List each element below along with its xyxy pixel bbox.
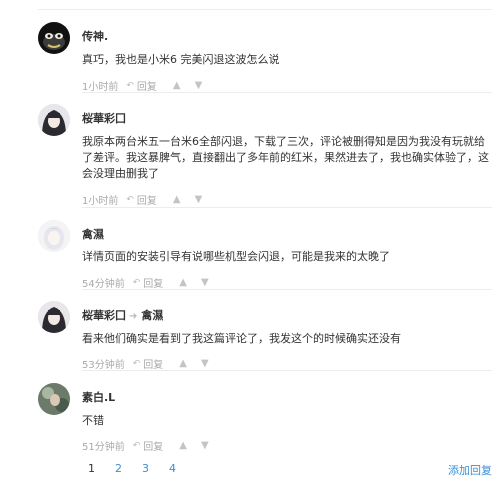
thumbs-down-icon[interactable]: ▼	[195, 80, 203, 91]
page-1[interactable]: 1	[88, 462, 95, 475]
avatar[interactable]	[38, 220, 70, 252]
thumbs-down-icon[interactable]: ▼	[201, 440, 209, 451]
page-2[interactable]: 2	[115, 462, 122, 475]
avatar[interactable]	[38, 22, 70, 54]
comment-text: 我原本两台米五一台米6全部闪退，下载了三次，评论被删得知是因为我没有玩就给了差评…	[82, 135, 489, 180]
reply-button[interactable]: 回复	[137, 78, 157, 93]
pagination: 1 2 3 4	[88, 462, 196, 475]
comment-text: 看来他们确实是看到了我这篇评论了，我发这个的时候确实还没有	[82, 332, 401, 345]
thumbs-up-icon[interactable]: ▲	[179, 277, 187, 288]
comment-meta: 51分钟前 ↶ 回复 ▲ ▼	[82, 438, 209, 453]
reply-to-arrow-icon: ➜	[129, 311, 138, 322]
thumbs-up-icon[interactable]: ▲	[173, 194, 181, 205]
page-3[interactable]: 3	[142, 462, 149, 475]
comment-text: 不错	[82, 414, 104, 427]
timestamp: 1小时前	[82, 196, 119, 207]
timestamp: 1小时前	[82, 82, 119, 93]
reply-arrow-icon: ↶	[126, 194, 134, 205]
thumbs-up-icon[interactable]: ▲	[179, 358, 187, 369]
timestamp: 53分钟前	[82, 360, 125, 371]
reply-button[interactable]: 回复	[143, 356, 163, 371]
thumbs-down-icon[interactable]: ▼	[201, 358, 209, 369]
comment-meta: 53分钟前 ↶ 回复 ▲ ▼	[82, 356, 209, 371]
comment-meta: 1小时前 ↶ 回复 ▲ ▼	[82, 78, 202, 93]
comment-meta: 1小时前 ↶ 回复 ▲ ▼	[82, 192, 202, 207]
thumbs-up-icon[interactable]: ▲	[173, 80, 181, 91]
reply-button[interactable]: 回复	[143, 438, 163, 453]
thumbs-up-icon[interactable]: ▲	[179, 440, 187, 451]
comment-divider	[82, 289, 492, 290]
author-name[interactable]: 传神.	[82, 30, 108, 43]
add-reply-link[interactable]: 添加回复	[448, 462, 492, 478]
comment-meta: 54分钟前 ↶ 回复 ▲ ▼	[82, 275, 209, 290]
thumbs-down-icon[interactable]: ▼	[201, 277, 209, 288]
page-4[interactable]: 4	[169, 462, 176, 475]
reply-button[interactable]: 回复	[143, 275, 163, 290]
author-name[interactable]: 素白.L	[82, 391, 115, 404]
avatar[interactable]	[38, 104, 70, 136]
thumbs-down-icon[interactable]: ▼	[195, 194, 203, 205]
reply-arrow-icon: ↶	[126, 80, 134, 91]
comment-divider	[82, 370, 492, 371]
comment-divider	[82, 92, 492, 93]
reply-arrow-icon: ↶	[132, 277, 141, 288]
avatar[interactable]	[38, 301, 70, 333]
avatar[interactable]	[38, 383, 70, 415]
comment-text: 真巧，我也是小米6 完美闪退这波怎么说	[82, 53, 280, 66]
comment-divider	[82, 207, 492, 208]
author-name[interactable]: 桜華彩囗	[82, 309, 126, 322]
reply-button[interactable]: 回复	[137, 192, 157, 207]
timestamp: 54分钟前	[82, 279, 125, 290]
author-name[interactable]: 桜華彩囗	[82, 112, 126, 125]
top-divider	[38, 9, 492, 10]
reply-arrow-icon: ↶	[132, 358, 141, 369]
author-name[interactable]: 禽濕	[82, 228, 104, 241]
comment-text: 详情页面的安装引导有说哪些机型会闪退，可能是我来的太晚了	[82, 250, 390, 263]
timestamp: 51分钟前	[82, 442, 125, 453]
reply-to-name[interactable]: 禽濕	[141, 309, 163, 322]
reply-arrow-icon: ↶	[132, 440, 141, 451]
